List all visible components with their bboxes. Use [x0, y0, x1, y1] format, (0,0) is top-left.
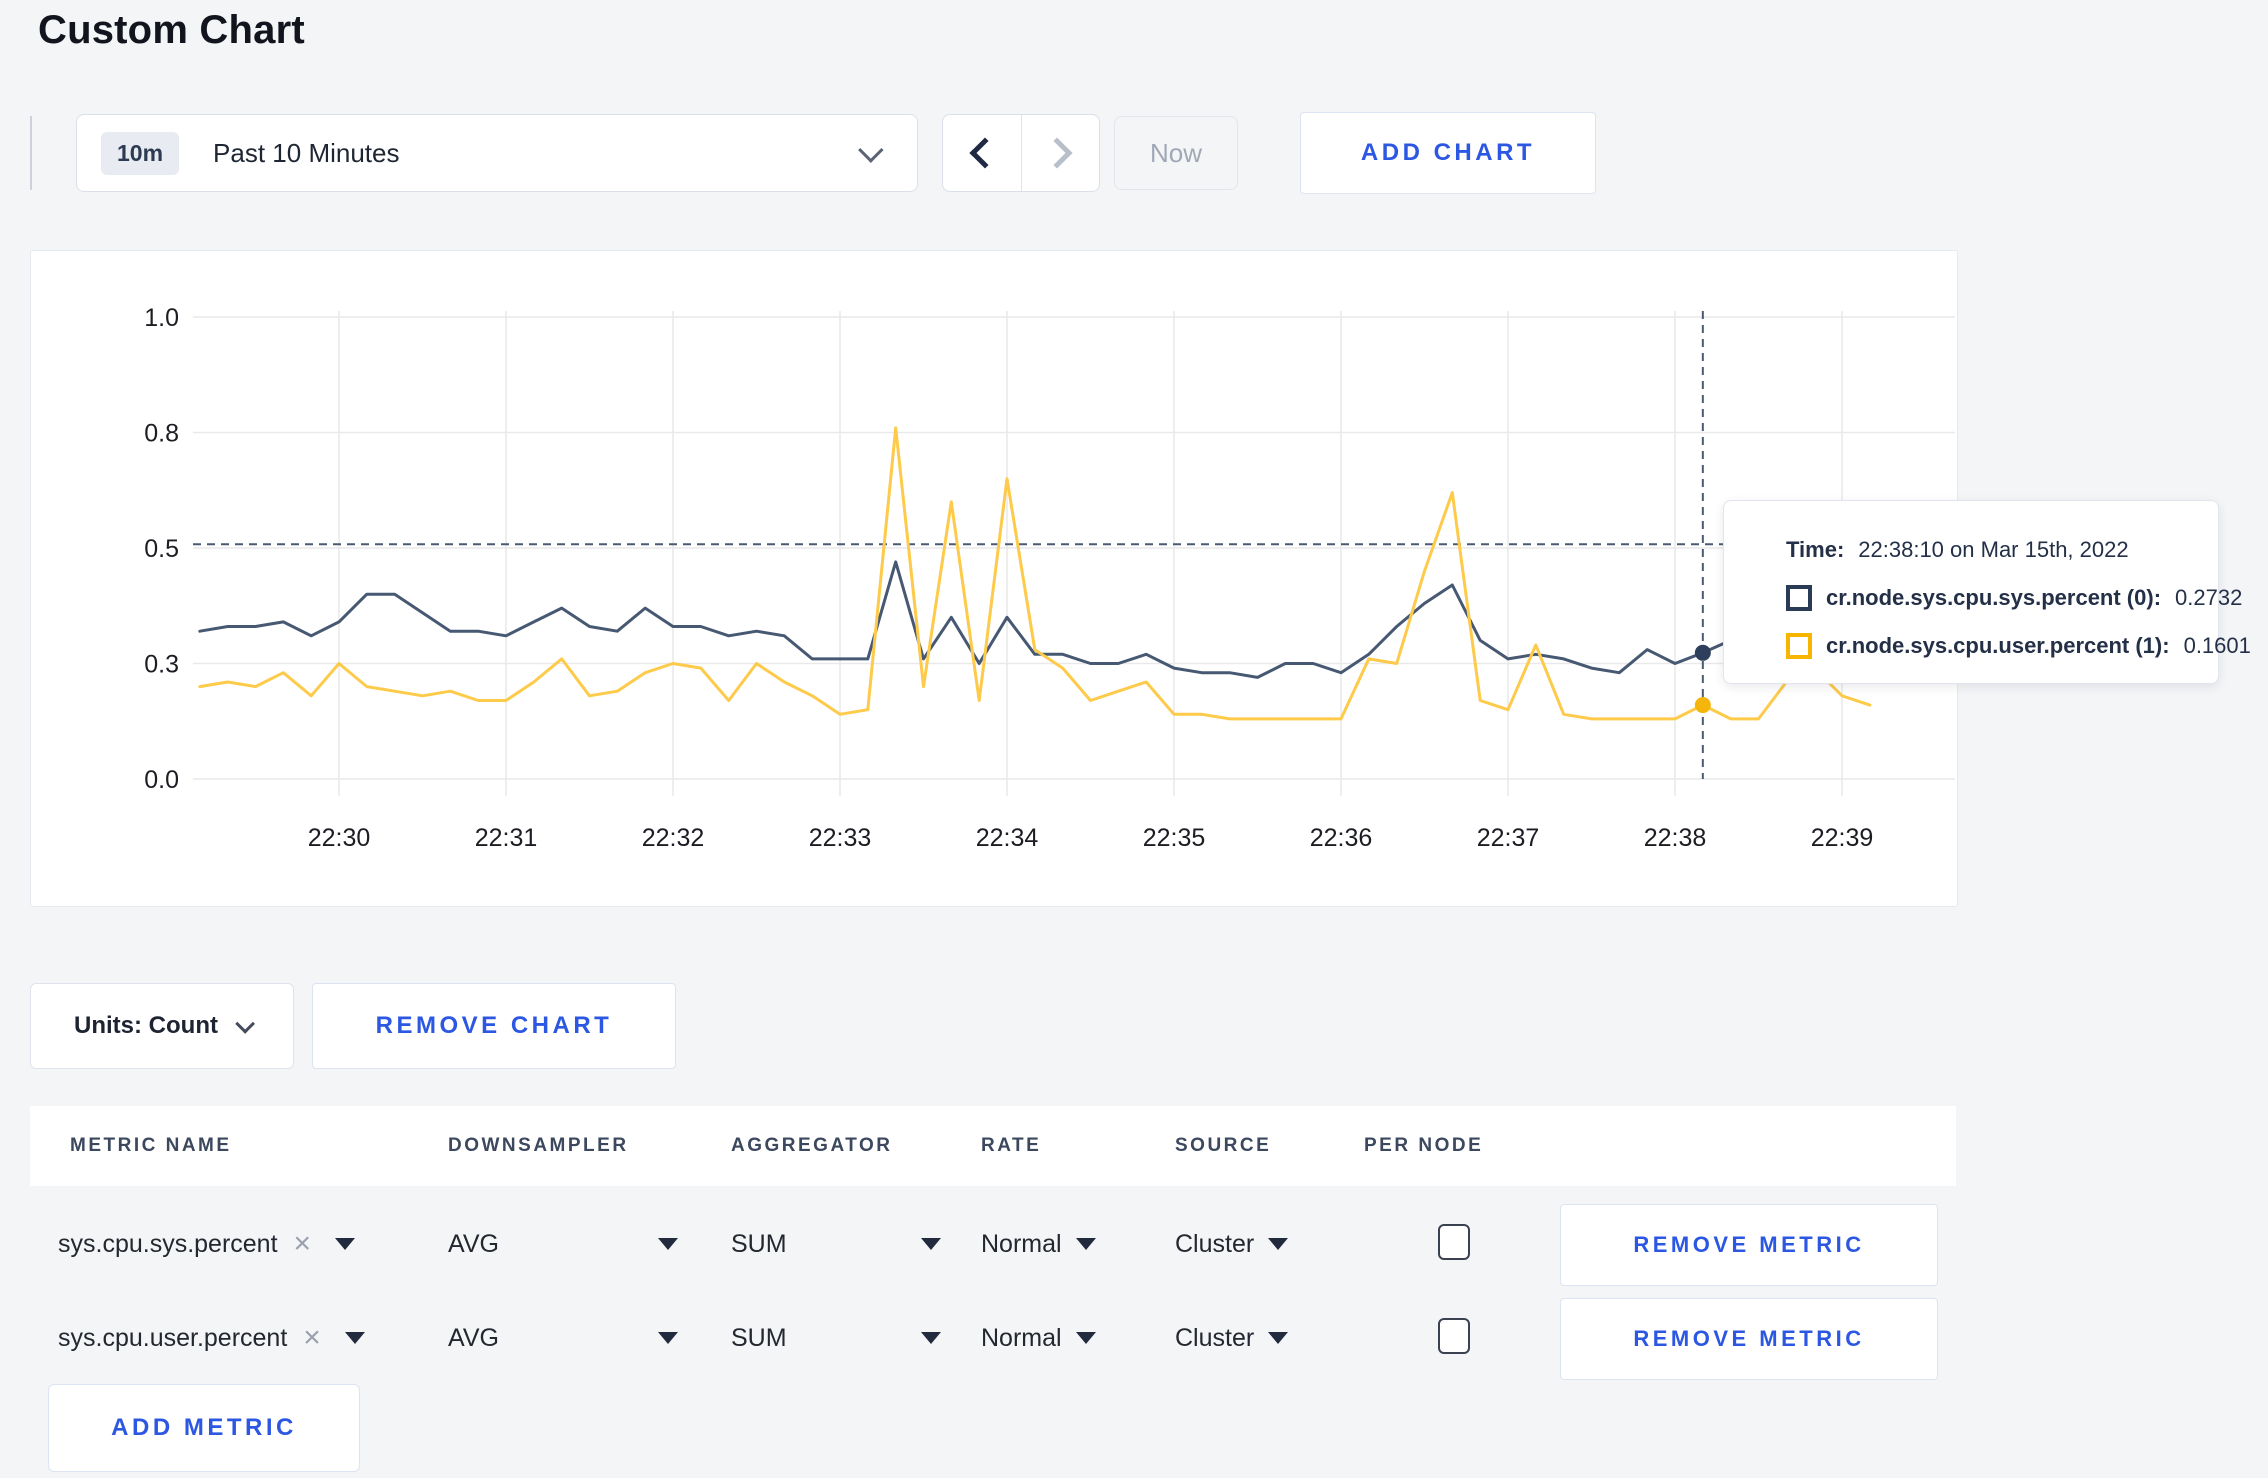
source-select[interactable]: Cluster	[1175, 1198, 1289, 1290]
add-chart-button[interactable]: ADD CHART	[1300, 112, 1596, 194]
remove-metric-button[interactable]: REMOVE METRIC	[1560, 1204, 1938, 1286]
metric-name-select[interactable]: sys.cpu.user.percent ×	[58, 1292, 365, 1384]
source-select[interactable]: Cluster	[1175, 1292, 1289, 1384]
col-header-aggregator: AGGREGATOR	[731, 1135, 893, 1156]
svg-text:22:39: 22:39	[1811, 824, 1874, 852]
section-divider	[30, 116, 32, 190]
clear-metric-icon[interactable]: ×	[294, 1229, 312, 1259]
dropdown-caret-icon	[658, 1238, 678, 1250]
source-value: Cluster	[1175, 1229, 1255, 1258]
col-header-per-node: PER NODE	[1364, 1135, 1484, 1156]
page-title: Custom Chart	[38, 8, 305, 52]
tooltip-time-row: Time: 22:38:10 on Mar 15th, 2022	[1786, 537, 2129, 563]
metric-row: sys.cpu.sys.percent × AVG SUM Normal Clu…	[30, 1198, 1956, 1290]
series-user-legend-icon	[1786, 633, 1812, 659]
units-select[interactable]: Units: Count	[30, 983, 294, 1069]
rate-select[interactable]: Normal	[981, 1198, 1096, 1290]
svg-text:0.3: 0.3	[144, 651, 179, 679]
aggregator-select[interactable]: SUM	[731, 1198, 941, 1290]
downsampler-value: AVG	[448, 1229, 499, 1258]
rate-value: Normal	[981, 1229, 1062, 1258]
time-range-select[interactable]: 10m Past 10 Minutes	[76, 114, 918, 192]
time-series-plot[interactable]: 0.0 0.3 0.5 0.8 1.0 22:30 22:31 22:32 22:33 22:34…	[31, 251, 1957, 906]
svg-text:0.5: 0.5	[144, 535, 179, 563]
chart-card: 0.0 0.3 0.5 0.8 1.0 22:30 22:31 22:32 22:33 22:34…	[30, 250, 1958, 907]
svg-text:22:33: 22:33	[809, 824, 872, 852]
svg-text:1.0: 1.0	[144, 304, 179, 332]
svg-text:0.0: 0.0	[144, 766, 179, 794]
rate-select[interactable]: Normal	[981, 1292, 1096, 1384]
tooltip-series-value: 0.1601	[2183, 633, 2251, 658]
metric-name-value: sys.cpu.user.percent	[58, 1323, 288, 1352]
aggregator-value: SUM	[731, 1229, 787, 1258]
svg-text:22:38: 22:38	[1644, 824, 1707, 852]
time-nav	[942, 114, 1100, 192]
dropdown-caret-icon	[658, 1332, 678, 1344]
dropdown-caret-icon	[1075, 1238, 1096, 1250]
chevron-right-icon	[1041, 137, 1073, 169]
dropdown-caret-icon	[335, 1238, 356, 1250]
tooltip-series-row: cr.node.sys.cpu.user.percent (1): 0.1601	[1786, 633, 2251, 659]
dropdown-caret-icon	[1268, 1332, 1289, 1344]
svg-text:22:36: 22:36	[1310, 824, 1373, 852]
clear-metric-icon[interactable]: ×	[303, 1323, 321, 1353]
downsampler-select[interactable]: AVG	[448, 1198, 678, 1290]
tooltip-series-label: cr.node.sys.cpu.sys.percent (0):	[1826, 585, 2162, 610]
chevron-down-icon	[235, 1013, 256, 1034]
svg-text:22:31: 22:31	[475, 824, 538, 852]
series-line	[198, 426, 1872, 721]
chart-tooltip: Time: 22:38:10 on Mar 15th, 2022 cr.node…	[1723, 500, 2251, 684]
dropdown-caret-icon	[344, 1332, 365, 1344]
svg-text:22:35: 22:35	[1143, 824, 1206, 852]
svg-text:22:32: 22:32	[642, 824, 705, 852]
downsampler-select[interactable]: AVG	[448, 1292, 678, 1384]
tooltip-time-value: 22:38:10 on Mar 15th, 2022	[1858, 537, 2129, 562]
dropdown-caret-icon	[1075, 1332, 1096, 1344]
tooltip-series-row: cr.node.sys.cpu.sys.percent (0): 0.2732	[1786, 585, 2242, 611]
add-metric-button[interactable]: ADD METRIC	[48, 1384, 360, 1472]
col-header-metric-name: METRIC NAME	[70, 1135, 232, 1156]
remove-chart-button[interactable]: REMOVE CHART	[312, 983, 676, 1069]
dropdown-caret-icon	[1268, 1238, 1289, 1250]
svg-text:22:34: 22:34	[976, 824, 1039, 852]
metric-row: sys.cpu.user.percent × AVG SUM Normal Cl…	[30, 1292, 1956, 1384]
metrics-table-header: METRIC NAME DOWNSAMPLER AGGREGATOR RATE …	[30, 1106, 1956, 1186]
series-line	[198, 560, 1872, 679]
now-button[interactable]: Now	[1114, 116, 1238, 190]
time-range-badge: 10m	[101, 131, 180, 175]
tooltip-series-value: 0.2732	[2175, 585, 2243, 610]
per-node-checkbox[interactable]	[1438, 1318, 1470, 1354]
downsampler-value: AVG	[448, 1323, 499, 1352]
time-forward-button[interactable]	[1022, 115, 1100, 191]
svg-text:0.8: 0.8	[144, 420, 179, 448]
chevron-down-icon	[858, 137, 884, 163]
svg-text:22:30: 22:30	[308, 824, 371, 852]
per-node-checkbox[interactable]	[1438, 1224, 1470, 1260]
remove-metric-button[interactable]: REMOVE METRIC	[1560, 1298, 1938, 1380]
time-range-label: Past 10 Minutes	[213, 137, 400, 168]
col-header-source: SOURCE	[1175, 1135, 1272, 1156]
dropdown-caret-icon	[921, 1238, 941, 1250]
source-value: Cluster	[1175, 1323, 1255, 1352]
tooltip-time-label: Time:	[1786, 537, 1845, 562]
aggregator-value: SUM	[731, 1323, 787, 1352]
chevron-left-icon	[969, 137, 1001, 169]
metric-name-value: sys.cpu.sys.percent	[58, 1229, 278, 1258]
svg-text:22:37: 22:37	[1477, 824, 1540, 852]
col-header-downsampler: DOWNSAMPLER	[448, 1135, 629, 1156]
dropdown-caret-icon	[921, 1332, 941, 1344]
rate-value: Normal	[981, 1323, 1062, 1352]
col-header-rate: RATE	[981, 1135, 1042, 1156]
time-back-button[interactable]	[943, 115, 1022, 191]
series-sys-legend-icon	[1786, 585, 1812, 611]
tooltip-series-label: cr.node.sys.cpu.user.percent (1):	[1826, 633, 2170, 658]
units-label: Units: Count	[74, 1012, 218, 1039]
aggregator-select[interactable]: SUM	[731, 1292, 941, 1384]
metric-name-select[interactable]: sys.cpu.sys.percent ×	[58, 1198, 356, 1290]
